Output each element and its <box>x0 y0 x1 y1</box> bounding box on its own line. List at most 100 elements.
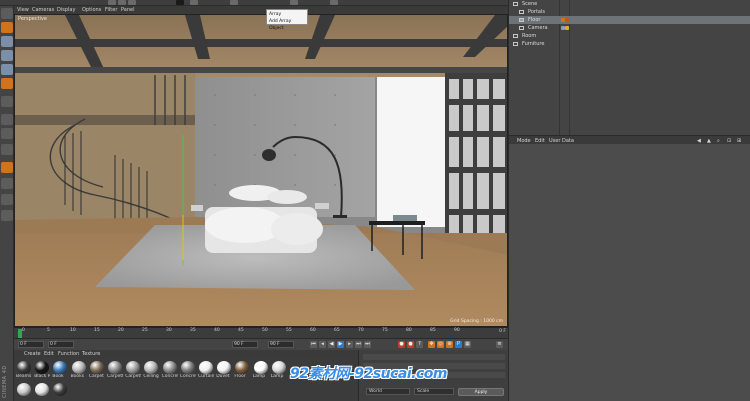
next-frame-icon[interactable]: ▸ <box>346 341 353 348</box>
goto-start-icon[interactable]: ⏮ <box>310 341 317 348</box>
material-swatch[interactable]: Carpett <box>125 360 141 380</box>
end-frame-field[interactable]: 90 F <box>232 341 258 348</box>
record-icon[interactable]: ● <box>398 341 405 348</box>
model-mode-icon[interactable] <box>1 8 13 19</box>
rotate-key-icon[interactable]: ◎ <box>437 341 444 348</box>
material-swatch[interactable]: Books <box>71 360 87 380</box>
material-menu-texture[interactable]: Texture <box>82 351 100 357</box>
material-swatch[interactable] <box>34 382 50 401</box>
polygons-mode-icon[interactable] <box>1 64 13 75</box>
material-label: Lamp <box>270 374 284 379</box>
menu-cameras[interactable]: Cameras <box>32 7 54 13</box>
null-object-icon <box>513 34 518 38</box>
object-row-scene[interactable]: Scene <box>509 0 750 8</box>
snap-icon[interactable] <box>1 128 13 139</box>
material-tag-icon[interactable] <box>565 18 569 22</box>
material-label: Ceiling <box>143 374 159 379</box>
material-swatch[interactable]: Lamp <box>271 360 287 380</box>
material-swatch[interactable]: Black P <box>34 360 50 380</box>
timeline-ruler[interactable]: 0 5 10 15 20 25 30 35 40 45 50 55 60 65 … <box>14 327 508 338</box>
material-swatch[interactable]: Carpett <box>107 360 123 380</box>
move-key-icon[interactable]: ✥ <box>428 341 435 348</box>
soft-icon[interactable] <box>1 210 13 221</box>
toolbar-icon[interactable] <box>330 0 338 5</box>
material-label: Black P <box>34 374 51 379</box>
toolbar-icon[interactable] <box>108 0 116 5</box>
toolbar-icon[interactable] <box>290 0 298 5</box>
next-key-icon[interactable]: ⏭ <box>355 341 362 348</box>
material-swatch[interactable]: Curtains <box>198 360 214 380</box>
material-swatch[interactable]: Beams <box>16 360 32 380</box>
menu-filter[interactable]: Filter <box>105 7 117 13</box>
sculpt-icon[interactable] <box>1 162 13 173</box>
material-swatch[interactable]: Ceiling <box>143 360 159 380</box>
menu-view[interactable]: View <box>17 7 29 13</box>
menu-display[interactable]: Display <box>57 7 75 13</box>
prev-key-icon[interactable]: ◂ <box>319 341 326 348</box>
tool-palette: CINEMA 4D <box>0 6 14 401</box>
object-row-floor[interactable]: Floor <box>509 16 750 24</box>
material-swatch[interactable]: Lamp <box>253 360 269 380</box>
grid-icon[interactable] <box>1 178 13 189</box>
scale-mode-dropdown[interactable]: Scale <box>414 388 454 395</box>
object-manager: Scene Portals Floor Camera Room Furnitur… <box>509 0 750 135</box>
current-frame-label: 0 F <box>499 329 506 334</box>
timeline-tick: 25 <box>142 328 148 333</box>
material-swatch[interactable]: Floor <box>234 360 250 380</box>
material-swatch[interactable]: Duvet <box>216 360 232 380</box>
workplane-icon[interactable] <box>1 114 13 125</box>
magnet-icon[interactable] <box>1 144 13 155</box>
min-frame-field[interactable]: 0 F <box>48 341 74 348</box>
material-swatch[interactable] <box>16 382 32 401</box>
material-swatch[interactable]: Concret <box>180 360 196 380</box>
scale-key-icon[interactable]: ⊕ <box>446 341 453 348</box>
material-preview-sphere <box>35 361 50 374</box>
material-preview-sphere <box>108 361 122 374</box>
apply-button[interactable]: Apply <box>458 388 504 396</box>
edges-mode-icon[interactable] <box>1 50 13 61</box>
protection-tag-icon[interactable] <box>565 26 569 30</box>
camera-icon <box>519 26 524 30</box>
object-row-furniture[interactable]: Furniture <box>509 40 750 48</box>
material-swatch[interactable]: Carpet <box>89 360 105 380</box>
scheme-icon[interactable]: ≡ <box>496 341 503 348</box>
timeline-tick: 55 <box>286 328 292 333</box>
perspective-viewport[interactable]: Perspective Grid Spacing: 1000 cm <box>14 14 508 327</box>
axis-mode-icon[interactable] <box>1 78 13 89</box>
object-row-camera[interactable]: Camera <box>509 24 750 32</box>
texture-mode-icon[interactable] <box>1 96 13 107</box>
pla-key-icon[interactable]: ▦ <box>464 341 471 348</box>
object-row-room[interactable]: Room <box>509 32 750 40</box>
toolbar-icon[interactable] <box>190 0 198 5</box>
toolbar-icon[interactable] <box>118 0 126 5</box>
play-icon[interactable]: ▶ <box>337 341 344 348</box>
material-menu-create[interactable]: Create <box>24 351 41 357</box>
keyframe-icon[interactable]: ? <box>416 341 423 348</box>
array-tool-icon[interactable] <box>176 0 184 5</box>
object-row-portals[interactable]: Portals <box>509 8 750 16</box>
toolbar-icon[interactable] <box>230 0 238 5</box>
timeline-tick: 45 <box>238 328 244 333</box>
toolbar-icon[interactable] <box>128 0 136 5</box>
max-frame-field[interactable]: 90 F <box>268 341 294 348</box>
material-preview-sphere <box>253 361 268 374</box>
points-mode-icon[interactable] <box>1 36 13 47</box>
start-frame-field[interactable]: 0 F <box>18 341 44 348</box>
material-swatch[interactable] <box>52 382 68 401</box>
material-menu-edit[interactable]: Edit <box>44 351 54 357</box>
material-menu-function[interactable]: Function <box>58 351 79 357</box>
coordinate-system-dropdown[interactable]: World <box>366 388 410 395</box>
coord-row[interactable] <box>363 354 505 360</box>
material-swatch[interactable]: Book <box>52 360 68 380</box>
playback-bar: 0 F 0 F 90 F 90 F ⏮ ◂ ◀ ▶ ▸ ⏭ ⏭ ● ● ? ✥ … <box>14 338 508 350</box>
goto-end-icon[interactable]: ⏭ <box>364 341 371 348</box>
lock-icon[interactable] <box>1 194 13 205</box>
object-mode-icon[interactable] <box>1 22 13 33</box>
prev-frame-icon[interactable]: ◀ <box>328 341 335 348</box>
menu-options[interactable]: Options <box>82 7 101 13</box>
material-preview-sphere <box>271 361 286 374</box>
param-key-icon[interactable]: P <box>455 341 462 348</box>
autokey-icon[interactable]: ● <box>407 341 414 348</box>
menu-panel[interactable]: Panel <box>121 7 135 13</box>
material-swatch[interactable]: Concret <box>162 360 178 380</box>
